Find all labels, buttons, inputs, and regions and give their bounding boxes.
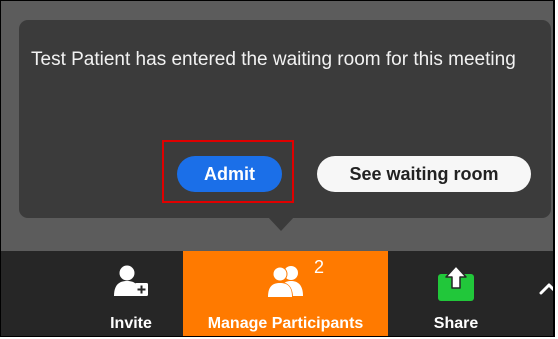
participant-count-badge: 2	[314, 257, 325, 277]
meeting-toolbar: Invite 2 Manage Participants Share	[1, 251, 553, 336]
participants-icon	[263, 264, 309, 305]
notification-pointer	[267, 216, 295, 231]
chevron-up-icon[interactable]	[538, 279, 553, 299]
see-waiting-room-button[interactable]: See waiting room	[317, 156, 531, 192]
share-screen-icon	[436, 264, 476, 307]
share-label: Share	[433, 315, 479, 332]
notification-message: Test Patient has entered the waiting roo…	[31, 49, 516, 70]
invite-label: Invite	[110, 315, 152, 332]
manage-participants-button[interactable]: 2 Manage Participants	[183, 251, 388, 336]
manage-participants-label: Manage Participants	[207, 315, 364, 332]
share-button[interactable]: Share	[406, 251, 506, 336]
meeting-window: Test Patient has entered the waiting roo…	[0, 0, 555, 337]
admit-button[interactable]: Admit	[177, 156, 282, 192]
add-user-icon	[111, 264, 151, 305]
invite-button[interactable]: Invite	[81, 251, 181, 336]
